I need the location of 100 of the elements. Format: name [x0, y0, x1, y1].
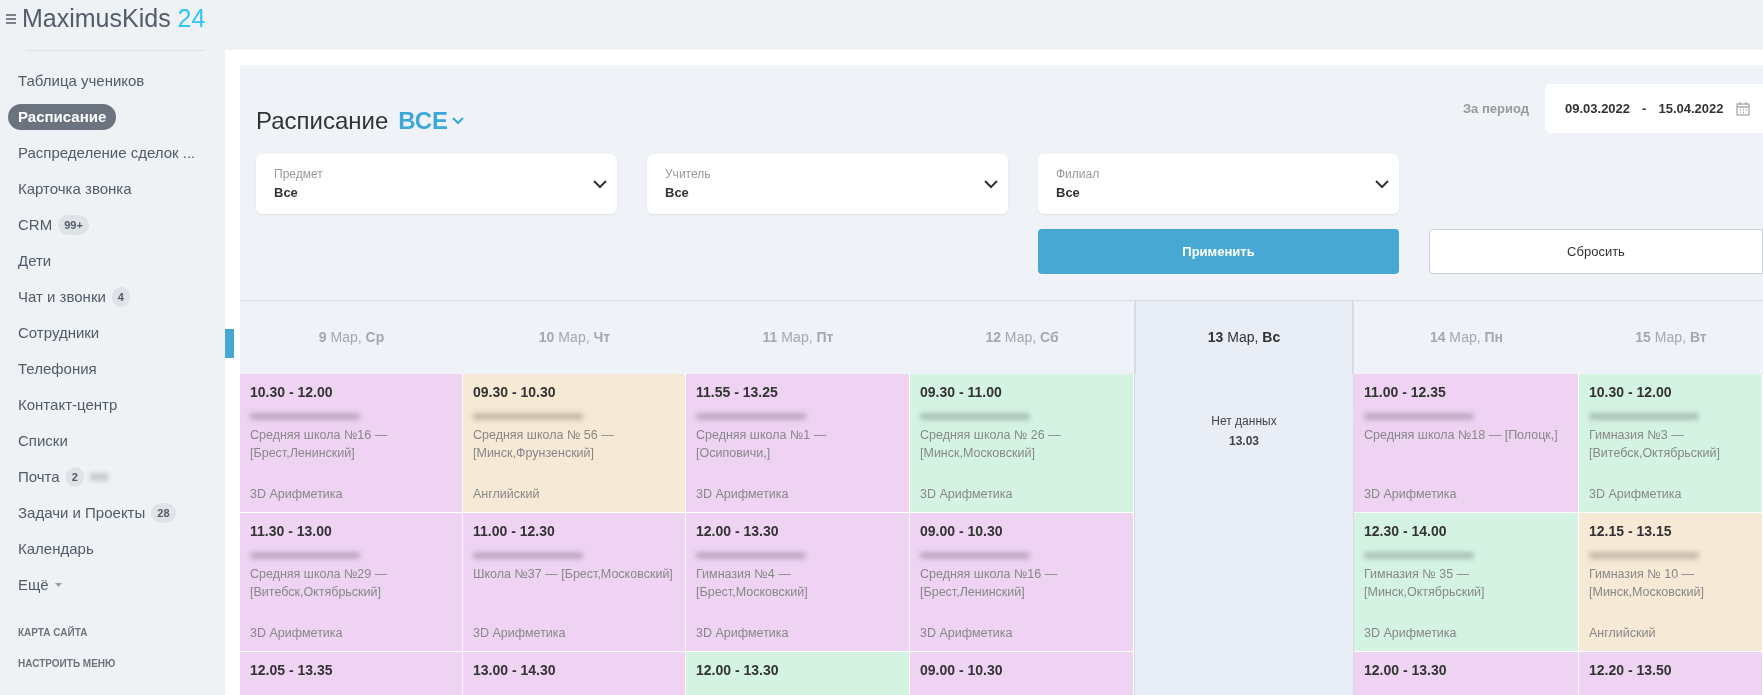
- lesson-school: Средняя школа №1 — [Осиповичи,]: [696, 427, 828, 463]
- lesson-card[interactable]: 10.30 - 12.00 Гимназия №3 — [Витебск,Октябрьский] 3D Арифметика: [1579, 374, 1763, 513]
- lesson-subject: 3D Арифметика: [250, 486, 344, 504]
- sidebar-item[interactable]: Списки: [8, 423, 78, 459]
- day-header: 10 Мар, Чт: [537, 328, 612, 347]
- sidebar-item[interactable]: Чат и звонки 4: [8, 279, 140, 315]
- sidebar-item[interactable]: CRM 99+: [8, 207, 99, 243]
- page-title: Расписание: [256, 107, 389, 134]
- lesson-card[interactable]: 10.30 - 12.00 Средняя школа №16 — [Брест,Ленинский] 3D Арифметика: [240, 374, 463, 513]
- lesson-subject: 3D Арифметика: [1364, 486, 1458, 504]
- day-header: 13 Мар, Вс: [1135, 301, 1353, 374]
- lesson-time: 12.20 - 13.50: [1589, 661, 1673, 680]
- lesson-subject: 3D Арифметика: [250, 625, 344, 643]
- lesson-subject: 3D Арифметика: [920, 625, 1014, 643]
- lesson-time: 09.00 - 10.30: [920, 522, 1004, 541]
- lesson-subject: Английский: [1589, 625, 1657, 643]
- lesson-card[interactable]: 12.00 - 13.30: [686, 652, 910, 695]
- sidebar-item[interactable]: Распределение сделок ...: [8, 135, 206, 171]
- lesson-card[interactable]: 09.00 - 10.30 Средняя школа №16 — [Брест,Ленинский] 3D Арифметика: [910, 513, 1134, 652]
- lesson-subject: 3D Арифметика: [1589, 486, 1683, 504]
- count-badge: 4: [111, 286, 130, 308]
- chevron-down-icon: [452, 117, 465, 125]
- lesson-card[interactable]: 09.30 - 11.00 Средняя школа № 26 — [Минск,Московский] 3D Арифметика: [910, 374, 1134, 513]
- lesson-time: 11.55 - 13.25: [696, 383, 779, 402]
- blurred-badge: [89, 473, 108, 481]
- lesson-time: 09.00 - 10.30: [920, 661, 1004, 680]
- sidebar-item[interactable]: Телефония: [8, 351, 107, 387]
- lesson-school: Гимназия № 10 — [Минск,Московский]: [1589, 566, 1705, 602]
- sidebar-item[interactable]: Дети: [8, 243, 62, 279]
- reset-button[interactable]: Сбросить: [1429, 229, 1763, 274]
- lesson-time: 09.30 - 10.30: [473, 383, 557, 402]
- sidebar-item[interactable]: Карточка звонка: [8, 171, 142, 207]
- lesson-card[interactable]: 09.00 - 10.30: [910, 652, 1134, 695]
- lesson-school: Средняя школа №18 — [Полоцк,]: [1364, 427, 1559, 444]
- sidebar-item[interactable]: Задачи и Проекты 28: [8, 495, 186, 531]
- count-badge: 28: [151, 502, 176, 524]
- lesson-school: Гимназия №3 — [Витебск,Октябрьский]: [1589, 427, 1721, 463]
- lesson-card[interactable]: 12.00 - 13.30: [1354, 652, 1579, 695]
- sidebar-item[interactable]: Ещё: [8, 567, 72, 603]
- lesson-time: 12.00 - 13.30: [1364, 661, 1448, 680]
- lesson-time: 10.30 - 12.00: [1589, 383, 1673, 402]
- lesson-card[interactable]: 11.30 - 13.00 Средняя школа №29 — [Витебск,Октябрьский] 3D Арифметика: [240, 513, 463, 652]
- date-separator: -: [1642, 99, 1647, 118]
- lesson-card[interactable]: 11.55 - 13.25 Средняя школа №1 — [Осиповичи,] 3D Арифметика: [686, 374, 910, 513]
- lesson-subject: 3D Арифметика: [696, 625, 790, 643]
- sidebar-item[interactable]: Расписание: [8, 104, 117, 130]
- lesson-school: Средняя школа №16 — [Брест,Ленинский]: [250, 427, 389, 463]
- no-data-date: 13.03: [1228, 433, 1260, 450]
- lesson-time: 11.30 - 13.00: [250, 522, 333, 541]
- lesson-card[interactable]: 13.00 - 14.30: [463, 652, 686, 695]
- lesson-card[interactable]: 11.00 - 12.30 Школа №37 — [Брест,Московский] 3D Арифметика: [463, 513, 686, 652]
- sidebar-item[interactable]: Сотрудники: [8, 315, 110, 351]
- lesson-school: Средняя школа № 26 — [Минск,Московский]: [920, 427, 1062, 463]
- lesson-card[interactable]: 12.05 - 13.35: [240, 652, 463, 695]
- lesson-time: 11.00 - 12.30: [473, 522, 556, 541]
- caret-icon: [54, 583, 62, 587]
- sidebar-item[interactable]: Календарь: [8, 531, 104, 567]
- lesson-subject: 3D Арифметика: [696, 486, 790, 504]
- menu-icon[interactable]: [6, 14, 16, 24]
- lesson-card[interactable]: 12.30 - 14.00 Гимназия № 35 — [Минск,Октябрьский] 3D Арифметика: [1354, 513, 1579, 652]
- day-header: 11 Мар, Пт: [761, 328, 835, 347]
- filter-dropdown[interactable]: Предмет Все: [256, 154, 617, 214]
- calendar-icon[interactable]: [1735, 101, 1750, 116]
- day-header: 12 Мар, Сб: [984, 328, 1060, 347]
- sidebar-item[interactable]: Таблица учеников: [8, 63, 155, 99]
- lesson-time: 09.30 - 11.00: [920, 383, 1003, 402]
- date-range-field[interactable]: 09.03.2022 - 15.04.2022: [1545, 84, 1763, 133]
- lesson-school: Средняя школа №16 — [Брест,Ленинский]: [920, 566, 1059, 602]
- chevron-down-icon: [1375, 179, 1389, 189]
- lesson-time: 12.05 - 13.35: [250, 661, 334, 680]
- side-tab-marker[interactable]: [225, 329, 234, 358]
- lesson-card[interactable]: 12.15 - 13.15 Гимназия № 10 — [Минск,Московский] Английский: [1579, 513, 1763, 652]
- chevron-down-icon: [984, 179, 998, 189]
- lesson-school: Средняя школа №29 — [Витебск,Октябрьский]: [250, 566, 389, 602]
- lesson-card[interactable]: 12.00 - 13.30 Гимназия №4 — [Брест,Московский] 3D Арифметика: [686, 513, 910, 652]
- lesson-card[interactable]: 09.30 - 10.30 Средняя школа № 56 — [Минск,Фрунзенский] Английский: [463, 374, 686, 513]
- lesson-time: 12.30 - 14.00: [1364, 522, 1448, 541]
- filter-dropdown[interactable]: Учитель Все: [647, 154, 1008, 214]
- sidebar-item[interactable]: Почта 2: [8, 459, 118, 495]
- lesson-subject: 3D Арифметика: [920, 486, 1014, 504]
- lesson-time: 12.00 - 13.30: [696, 661, 780, 680]
- lesson-card[interactable]: 12.20 - 13.50: [1579, 652, 1763, 695]
- sidebar-item[interactable]: Контакт-центр: [8, 387, 128, 423]
- lesson-subject: 3D Арифметика: [1364, 625, 1458, 643]
- lesson-school: Гимназия №4 — [Брест,Московский]: [696, 566, 809, 602]
- logo[interactable]: MaximusKids 24: [22, 0, 206, 38]
- lesson-subject: 3D Арифметика: [473, 625, 567, 643]
- filter-dropdown[interactable]: Филиал Все: [1038, 154, 1399, 214]
- count-badge: 2: [65, 466, 84, 488]
- day-header: 9 Мар, Ср: [317, 328, 386, 347]
- day-header: 15 Мар, Вт: [1634, 328, 1708, 347]
- footer-link[interactable]: КАРТА САЙТА: [6, 617, 225, 648]
- lesson-card[interactable]: 11.00 - 12.35 Средняя школа №18 — [Полоцк,] 3D Арифметика: [1354, 374, 1579, 513]
- lesson-time: 12.15 - 13.15: [1589, 522, 1673, 541]
- date-to: 15.04.2022: [1658, 99, 1724, 118]
- lesson-time: 13.00 - 14.30: [473, 661, 557, 680]
- lesson-time: 11.00 - 12.35: [1364, 383, 1447, 402]
- lesson-subject: Английский: [473, 486, 541, 504]
- footer-link[interactable]: НАСТРОИТЬ МЕНЮ: [6, 648, 225, 679]
- lesson-time: 10.30 - 12.00: [250, 383, 334, 402]
